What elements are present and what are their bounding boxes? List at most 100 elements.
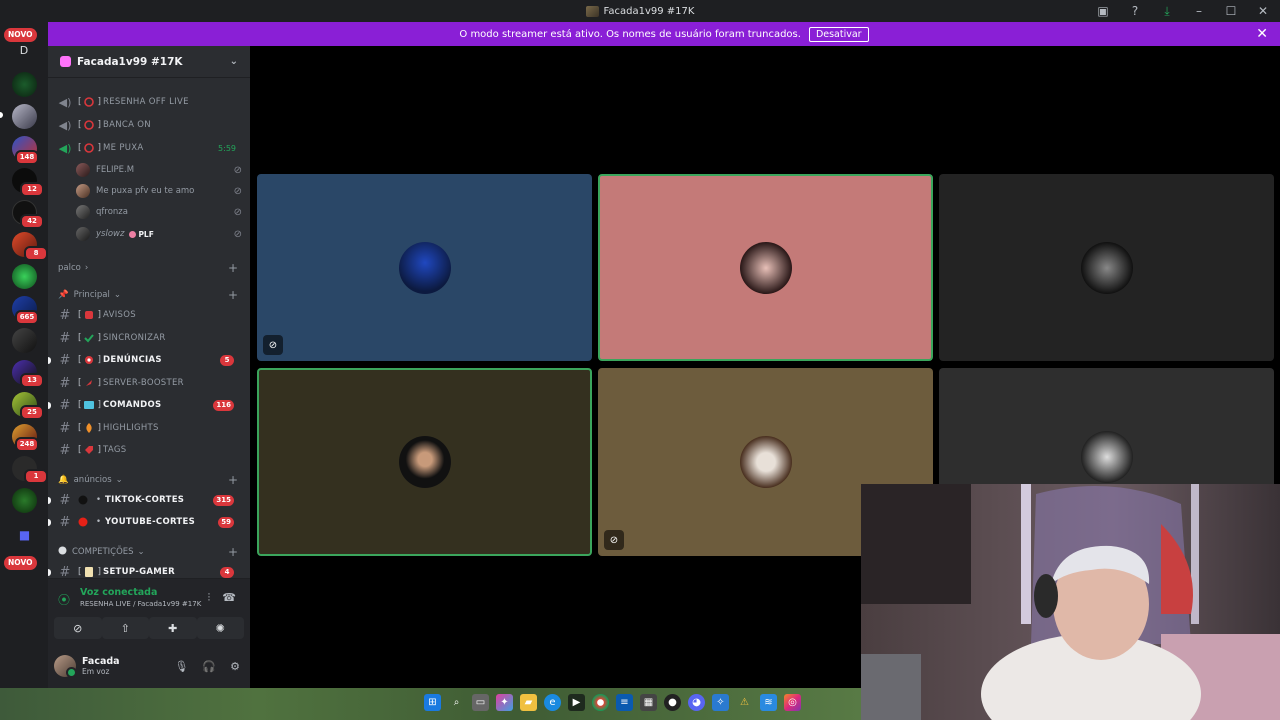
app-icon[interactable]: ▶ <box>568 694 585 711</box>
close-banner-icon[interactable]: ✕ <box>1256 26 1268 42</box>
share-screen-button[interactable]: ⇧ <box>101 617 149 639</box>
text-channel[interactable]: # [ ] SINCRONIZAR <box>56 328 242 348</box>
channel-name: HIGHLIGHTS <box>103 423 159 433</box>
add-channel-icon[interactable]: + <box>228 288 238 302</box>
voice-user[interactable]: yslowz PLF ⊘ <box>76 224 242 244</box>
server-icon[interactable] <box>12 328 37 353</box>
notes-icon[interactable]: ≡ <box>616 694 633 711</box>
voice-status[interactable]: ⦿ Voz conectada RESENHA LIVE / Facada1v9… <box>58 587 201 608</box>
channel-name: SETUP-GAMER <box>103 567 175 577</box>
noise-suppression-icon[interactable]: ⫶ <box>208 591 211 605</box>
webcam-feed <box>861 484 1280 720</box>
speaker-icon: ◀) <box>58 118 72 132</box>
voice-user[interactable]: qfronza ⊘ <box>76 202 242 222</box>
video-tile[interactable] <box>939 174 1274 361</box>
user-panel[interactable]: Facada Em voz 🎙 🎧 ⚙ <box>54 651 244 681</box>
server-badge: 8 <box>24 246 48 261</box>
add-channel-icon[interactable]: + <box>228 473 238 487</box>
channel-name: YOUTUBE-CORTES <box>105 517 196 527</box>
help-icon[interactable]: ? <box>1126 2 1144 20</box>
microphone-icon[interactable]: 🎙 <box>174 660 188 673</box>
warning-icon[interactable]: ⚠ <box>736 694 753 711</box>
category-competicoes[interactable]: COMPETIÇÕES ⌄ + <box>58 544 242 560</box>
bell-icon: 🔔 <box>58 475 69 485</box>
text-channel[interactable]: # [ ] TAGS <box>56 440 242 460</box>
category-palco[interactable]: palco › + <box>58 260 242 276</box>
text-channel[interactable]: # • TIKTOK-CORTES 315 <box>48 490 242 510</box>
hash-icon: # <box>59 330 71 346</box>
avatar <box>76 227 90 241</box>
text-channel[interactable]: # [ ] AVISOS <box>56 305 242 325</box>
hash-icon: # <box>59 564 71 579</box>
server-icon[interactable] <box>12 72 37 97</box>
disable-streamer-mode-button[interactable]: Desativar <box>808 26 869 42</box>
app-icon[interactable]: ≋ <box>760 694 777 711</box>
add-channel-icon[interactable]: + <box>228 545 238 559</box>
calculator-icon[interactable]: ▦ <box>640 694 657 711</box>
start-icon[interactable]: ⊞ <box>424 694 441 711</box>
channel-name: TIKTOK-CORTES <box>105 495 185 505</box>
text-channel[interactable]: # [ ] COMANDOS 116 <box>48 395 242 415</box>
chevron-down-icon: ⌄ <box>137 547 145 557</box>
server-icon[interactable] <box>12 488 37 513</box>
app-icon[interactable]: ✧ <box>712 694 729 711</box>
voice-location: RESENHA LIVE / Facada1v99 #17K <box>80 600 202 608</box>
discord-icon[interactable]: ◕ <box>688 694 705 711</box>
server-icon[interactable] <box>12 104 37 129</box>
maximize-button[interactable]: ☐ <box>1222 2 1240 20</box>
channel-emoji-icon <box>83 97 94 107</box>
hash-icon: # <box>59 514 71 530</box>
server-badge: 1 <box>24 469 48 484</box>
tag-icon <box>84 445 94 455</box>
category-anuncios[interactable]: 🔔 anúncios ⌄ + <box>58 472 242 488</box>
search-icon[interactable]: ⌕ <box>448 694 465 711</box>
voice-channel-active[interactable]: ◀) [ ] ME PUXA 5:59 <box>56 138 242 158</box>
edge-icon[interactable]: e <box>544 694 561 711</box>
soundboard-button[interactable]: ✺ <box>196 617 244 639</box>
channel-name: RESENHA OFF LIVE <box>103 97 189 107</box>
text-channel[interactable]: # • YOUTUBE-CORTES 59 <box>48 512 242 532</box>
server-icon[interactable] <box>12 264 37 289</box>
channel-name: COMANDOS <box>103 400 162 410</box>
instagram-icon[interactable]: ◎ <box>784 694 801 711</box>
bracket: [ <box>78 423 82 433</box>
disconnect-icon[interactable]: ☎ <box>222 591 236 605</box>
video-tile-speaking[interactable] <box>257 368 592 556</box>
text-channel[interactable]: # [ ] HIGHLIGHTS <box>56 418 242 438</box>
voice-channel[interactable]: ◀) [ ] RESENHA OFF LIVE <box>56 92 242 112</box>
video-tile-speaking[interactable] <box>598 174 933 361</box>
voice-user-name: yslowz <box>96 229 125 239</box>
video-tile[interactable]: ⊘ <box>257 174 592 361</box>
voice-user[interactable]: FELIPE.M ⊘ <box>76 160 242 180</box>
inbox-icon[interactable]: ▣ <box>1094 2 1112 20</box>
text-channel[interactable]: # [ ] DENÚNCIAS 5 <box>48 350 242 370</box>
dm-letter[interactable]: D <box>0 44 48 57</box>
task-view-icon[interactable]: ▭ <box>472 694 489 711</box>
channel-sidebar: Facada1v99 #17K ⌄ ◀) [ ] RESENHA OFF LIV… <box>48 46 250 688</box>
channel-list: ◀) [ ] RESENHA OFF LIVE ◀) [ ] BANCA ON … <box>48 78 250 578</box>
user-name: Facada <box>82 656 120 667</box>
voice-user[interactable]: Me puxa pfv eu te amo ⊘ <box>76 181 242 201</box>
voice-channel[interactable]: ◀) [ ] BANCA ON <box>56 115 242 135</box>
activities-button[interactable]: ✚ <box>149 617 197 639</box>
close-window-button[interactable]: ✕ <box>1254 2 1272 20</box>
text-channel[interactable]: # [ ] SERVER-BOOSTER <box>56 373 242 393</box>
camera-off-button[interactable]: ⊘ <box>54 617 102 639</box>
bracket: [ <box>78 120 82 130</box>
download-icon[interactable]: ⤓ <box>1158 2 1176 20</box>
chrome-icon[interactable] <box>592 694 609 711</box>
add-channel-icon[interactable]: + <box>228 261 238 275</box>
app-icon[interactable]: ● <box>664 694 681 711</box>
avatar <box>398 436 451 488</box>
folder-icon[interactable]: ■ <box>12 522 37 547</box>
file-explorer-icon[interactable]: ▰ <box>520 694 537 711</box>
server-header[interactable]: Facada1v99 #17K ⌄ <box>48 46 250 78</box>
minimize-button[interactable]: – <box>1190 2 1208 20</box>
bracket: [ <box>78 143 82 153</box>
headphones-icon[interactable]: 🎧 <box>202 660 216 673</box>
category-principal[interactable]: 📌 Principal ⌄ + <box>58 287 242 303</box>
gear-icon[interactable]: ⚙ <box>230 660 240 673</box>
copilot-icon[interactable]: ✦ <box>496 694 513 711</box>
text-channel[interactable]: # [ ] SETUP-GAMER 4 <box>48 562 242 579</box>
deafened-icon: ⊘ <box>233 185 242 197</box>
